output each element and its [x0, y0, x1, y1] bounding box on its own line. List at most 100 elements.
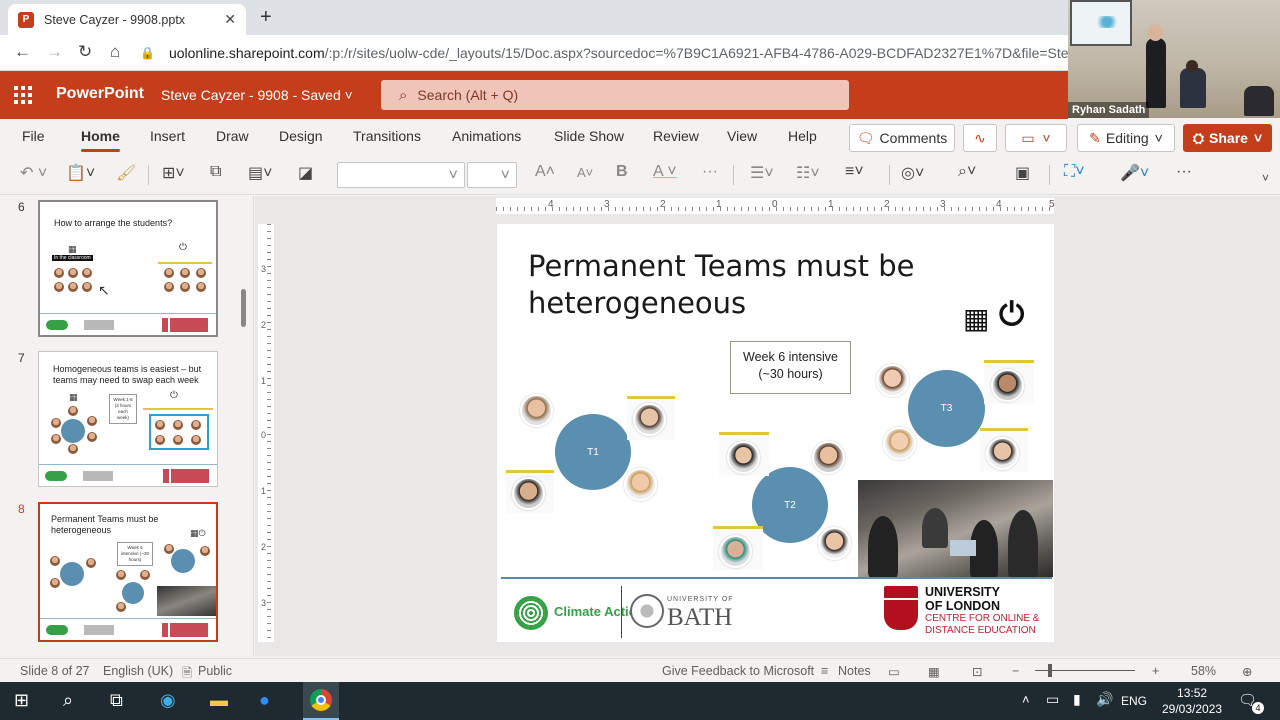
tab-view[interactable]: View	[727, 128, 757, 144]
document-title[interactable]: Steve Cayzer - 9908 - Saved ˅	[161, 87, 353, 103]
back-icon[interactable]: ←	[14, 42, 31, 62]
vertical-ruler: 3 2 1 0 1 2 3	[258, 224, 274, 642]
search-icon[interactable]: ⌕	[63, 690, 73, 711]
mini-team-circle	[60, 562, 84, 586]
slide-sorter-icon[interactable]: ▦	[928, 664, 940, 679]
mini-face	[86, 558, 96, 568]
fit-to-window-icon[interactable]: ⊕	[1242, 664, 1252, 679]
reading-view-icon[interactable]: ⊡	[972, 664, 982, 679]
tab-slide-show[interactable]: Slide Show	[554, 128, 624, 144]
forward-icon[interactable]: →	[46, 42, 63, 62]
reload-icon[interactable]: ↻	[78, 42, 92, 62]
font-size-select[interactable]: ˅	[467, 162, 517, 188]
system-clock[interactable]: 13:52 29/03/2023	[1162, 685, 1222, 717]
normal-view-icon[interactable]: ▭	[888, 664, 900, 679]
team-circle-t3[interactable]: T3	[908, 370, 985, 447]
new-slide-icon[interactable]: ⊞˅	[162, 163, 185, 183]
format-painter-icon[interactable]: 🖌	[116, 163, 136, 183]
present-button[interactable]: ▭ ˅	[1005, 124, 1067, 152]
tab-home[interactable]: Home	[81, 128, 120, 152]
more-font-icon[interactable]: ···	[702, 163, 718, 181]
undo-icon[interactable]: ↶ ˅	[20, 163, 47, 183]
slide-thumbnail-8[interactable]: Permanent Teams must be heterogeneous ▦⏻…	[38, 502, 218, 642]
zoom-in-icon[interactable]: +	[1152, 664, 1159, 678]
more-options-icon[interactable]: ···	[1176, 163, 1192, 181]
tab-insert[interactable]: Insert	[150, 128, 185, 144]
paste-icon[interactable]: 📋˅	[66, 163, 95, 183]
team-circle-t1[interactable]: T1	[555, 414, 631, 490]
dictate-icon[interactable]: 🎤˅	[1120, 163, 1149, 183]
windows-start-icon[interactable]: ⊞	[14, 690, 29, 711]
catch-up-button[interactable]: ∿	[963, 124, 997, 152]
tab-design[interactable]: Design	[279, 128, 323, 144]
tab-review[interactable]: Review	[653, 128, 699, 144]
thumbnail-title: How to arrange the students?	[54, 218, 173, 228]
font-color-icon[interactable]: A ˅	[653, 163, 677, 181]
slide-title[interactable]: Permanent Teams must be heterogeneous	[528, 248, 948, 322]
week-box[interactable]: Week 6 intensive (~30 hours)	[730, 341, 851, 394]
zoom-icon[interactable]: ●	[259, 690, 270, 711]
share-button[interactable]: ⛭ Share ˅	[1183, 124, 1272, 152]
tab-draw[interactable]: Draw	[216, 128, 249, 144]
team-circle-t2[interactable]: T2	[752, 467, 828, 543]
app-launcher-icon[interactable]	[14, 86, 32, 104]
new-tab-icon[interactable]: +	[260, 6, 272, 29]
search-input[interactable]: ⌕ Search (Alt + Q)	[381, 80, 849, 110]
bullets-icon[interactable]: ☰˅	[750, 163, 774, 183]
show-hidden-icons-icon[interactable]: ˄	[1022, 692, 1030, 707]
slide-thumbnail-6[interactable]: How to arrange the students? ▦ In the cl…	[38, 200, 218, 337]
find-icon[interactable]: ⌕˅	[958, 163, 976, 181]
decrease-font-icon[interactable]: A˅	[577, 165, 593, 180]
feedback-link[interactable]: Give Feedback to Microsoft	[662, 664, 814, 678]
font-family-select[interactable]: ˅	[337, 162, 465, 188]
chrome-icon[interactable]	[310, 689, 332, 711]
comments-button[interactable]: 🗨 Comments	[849, 124, 955, 152]
zoom-out-icon[interactable]: −	[1012, 664, 1019, 678]
tab-file[interactable]: File	[22, 128, 45, 144]
mini-face	[51, 418, 61, 428]
photo-figure	[868, 516, 898, 577]
zoom-slider-thumb[interactable]	[1048, 664, 1052, 677]
slide-canvas[interactable]: Permanent Teams must be heterogeneous ▦ …	[497, 224, 1054, 642]
browser-tab[interactable]: P Steve Cayzer - 9908.pptx ✕	[8, 4, 246, 35]
tab-animations[interactable]: Animations	[452, 128, 521, 144]
language-indicator[interactable]: English (UK)	[103, 664, 173, 678]
expand-ribbon-icon[interactable]: ˅	[1262, 171, 1269, 185]
student-photo	[520, 394, 553, 427]
url-field[interactable]: 🔒 uolonline.sharepoint.com/:p:/r/sites/u…	[140, 40, 1068, 66]
picture-icon[interactable]: ▣	[1015, 163, 1030, 183]
task-view-icon[interactable]: ⧉	[110, 690, 123, 711]
close-tab-icon[interactable]: ✕	[224, 11, 236, 28]
volume-icon[interactable]: 🔊	[1096, 691, 1113, 708]
layout-icon[interactable]: ▤˅	[248, 163, 272, 183]
power-plug-icon[interactable]: ▮	[1073, 691, 1081, 708]
notes-button[interactable]: Notes	[838, 664, 871, 678]
input-language[interactable]: ENG	[1121, 694, 1147, 708]
network-icon[interactable]: ▭	[1046, 691, 1059, 708]
bath-label: BATH	[667, 604, 733, 631]
toolbar-divider	[148, 165, 149, 185]
mini-face	[191, 420, 201, 430]
increase-font-icon[interactable]: A˄	[535, 163, 555, 181]
tab-help[interactable]: Help	[788, 128, 817, 144]
align-icon[interactable]: ≡˅	[845, 163, 864, 181]
shapes-icon[interactable]: ◎˅	[901, 163, 924, 183]
student-photo	[991, 369, 1024, 402]
tab-transitions[interactable]: Transitions	[353, 128, 421, 144]
bold-icon[interactable]: B	[616, 163, 628, 181]
mini-face	[200, 546, 210, 556]
slide-thumbnail-7[interactable]: Homogeneous teams is easiest – but teams…	[38, 351, 218, 487]
designer-icon[interactable]: ⛶˅	[1064, 163, 1085, 181]
edge-icon[interactable]: ◉	[160, 690, 176, 711]
editing-mode-button[interactable]: ✎ Editing ˅	[1077, 124, 1175, 152]
numbering-icon[interactable]: ☷˅	[796, 163, 820, 183]
mini-face	[140, 570, 150, 580]
reuse-slides-icon[interactable]: ⧉	[210, 163, 221, 181]
file-explorer-icon[interactable]: ▬	[210, 690, 228, 711]
sensitivity-label[interactable]: Public	[198, 664, 232, 678]
app-name[interactable]: PowerPoint	[56, 85, 144, 103]
zoom-level[interactable]: 58%	[1191, 664, 1216, 678]
home-icon[interactable]: ⌂	[110, 42, 120, 62]
background-icon[interactable]: ◪	[298, 163, 313, 183]
thumbnail-scrollbar[interactable]	[241, 289, 246, 327]
